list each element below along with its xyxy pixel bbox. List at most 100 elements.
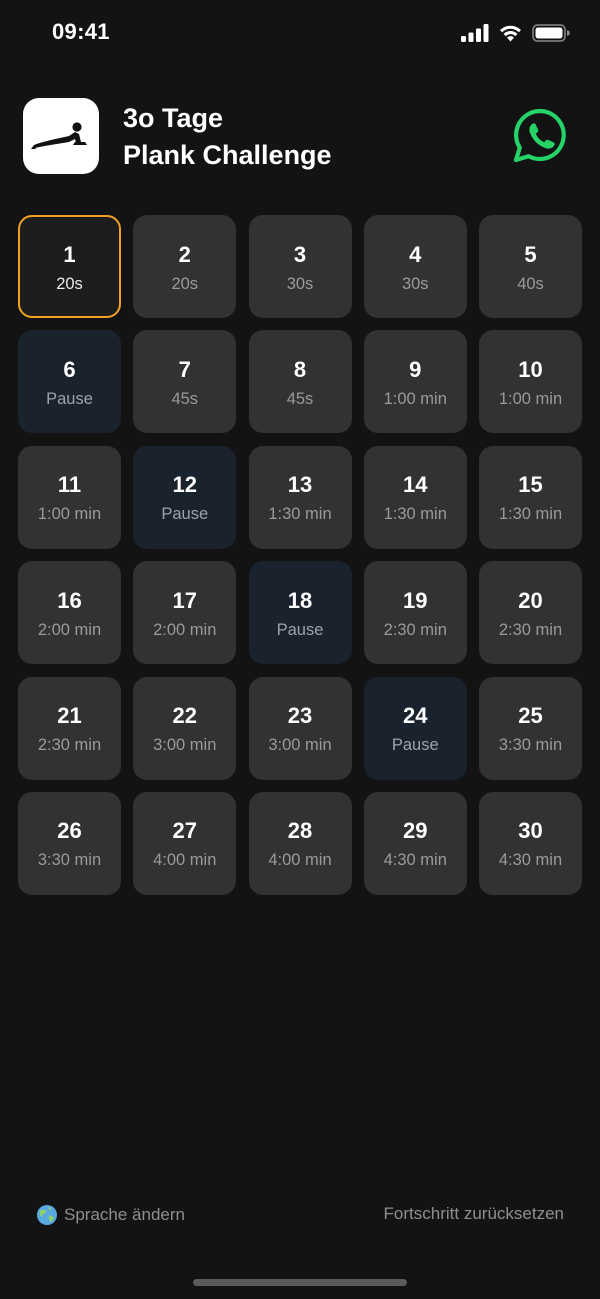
day-duration: Pause: [391, 736, 439, 755]
day-number: 19: [403, 587, 428, 613]
plank-icon: [23, 98, 99, 174]
day-number: 18: [287, 587, 313, 613]
day-tile-25[interactable]: 25 3:30 min: [479, 676, 582, 780]
day-duration: 2:00 min: [37, 620, 102, 639]
day-grid: 1 20s 2 20s 3 30s 4 30s 5 40s 6 Pause 7 45s 8 45s 9 1:00 …: [18, 215, 582, 895]
change-language-button[interactable]: Sprache ändern: [36, 1204, 185, 1226]
day-duration: 4:00 min: [153, 851, 217, 870]
day-tile-15[interactable]: 15 1:30 min: [479, 445, 582, 549]
day-duration: 1:00 min: [498, 389, 563, 408]
day-number: 17: [172, 587, 197, 613]
day-number: 16: [57, 587, 82, 613]
day-number: 21: [57, 703, 82, 729]
day-tile-29[interactable]: 29 4:30 min: [363, 791, 467, 895]
globe-icon: [37, 1205, 57, 1225]
day-tile-8[interactable]: 8 45s: [248, 330, 352, 434]
day-tile-4[interactable]: 4 30s: [363, 215, 467, 318]
day-tile-28[interactable]: 28 4:00 min: [248, 791, 352, 895]
day-duration: 1:30 min: [268, 505, 332, 524]
day-duration: 3:00 min: [153, 736, 217, 755]
day-tile-27[interactable]: 27 4:00 min: [133, 791, 237, 895]
day-number: 29: [403, 818, 428, 844]
day-duration: 40s: [517, 274, 544, 293]
wifi-icon: [500, 25, 521, 42]
day-number: 10: [518, 356, 543, 382]
day-number: 8: [293, 356, 307, 382]
day-number: 27: [172, 818, 197, 844]
day-number: 13: [287, 472, 313, 498]
day-tile-13[interactable]: 13 1:30 min: [248, 445, 352, 549]
day-number: 14: [403, 472, 428, 498]
day-duration: Pause: [46, 389, 93, 408]
day-number: 20: [518, 587, 543, 613]
day-duration: 4:30 min: [498, 851, 563, 870]
day-tile-1[interactable]: 1 20s: [18, 215, 121, 318]
day-duration: 20s: [171, 274, 199, 293]
day-number: 11: [57, 472, 82, 498]
day-tile-24[interactable]: 24 Pause: [363, 676, 467, 780]
day-tile-23[interactable]: 23 3:00 min: [248, 676, 352, 780]
day-duration: 3:30 min: [498, 736, 563, 755]
page-title: 3o Tage Plank Challenge: [123, 100, 332, 174]
day-duration: 3:30 min: [37, 851, 102, 870]
day-tile-7[interactable]: 7 45s: [133, 330, 237, 434]
day-duration: 1:00 min: [383, 389, 447, 408]
day-tile-14[interactable]: 14 1:30 min: [363, 445, 467, 549]
day-duration: 4:00 min: [268, 851, 332, 870]
day-duration: 1:00 min: [37, 505, 102, 524]
day-tile-26[interactable]: 26 3:30 min: [18, 791, 121, 895]
day-tile-30[interactable]: 30 4:30 min: [479, 791, 582, 895]
day-number: 23: [287, 703, 313, 729]
day-number: 1: [63, 241, 76, 267]
day-tile-2[interactable]: 2 20s: [133, 215, 237, 318]
day-number: 12: [172, 472, 197, 498]
day-duration: 2:30 min: [383, 620, 447, 639]
day-number: 6: [63, 356, 76, 382]
day-tile-16[interactable]: 16 2:00 min: [18, 561, 121, 665]
day-duration: 2:30 min: [37, 736, 102, 755]
day-duration: 45s: [171, 389, 199, 408]
day-duration: 30s: [401, 274, 429, 293]
title-line-1: 3o Tage: [123, 103, 224, 133]
whatsapp-share-button[interactable]: [511, 107, 569, 165]
day-number: 9: [409, 356, 422, 382]
day-tile-11[interactable]: 11 1:00 min: [18, 445, 121, 549]
day-tile-10[interactable]: 10 1:00 min: [479, 330, 582, 434]
reset-progress-button[interactable]: Fortschritt zurücksetzen: [384, 1204, 564, 1224]
day-duration: 30s: [286, 274, 314, 293]
day-duration: 1:30 min: [498, 505, 563, 524]
cellular-signal-icon: [461, 24, 489, 42]
day-number: 25: [518, 703, 543, 729]
day-tile-19[interactable]: 19 2:30 min: [363, 561, 467, 665]
day-number: 4: [409, 241, 422, 267]
day-duration: Pause: [276, 620, 324, 639]
day-number: 22: [172, 703, 197, 729]
day-tile-21[interactable]: 21 2:30 min: [18, 676, 121, 780]
day-tile-20[interactable]: 20 2:30 min: [479, 561, 582, 665]
day-tile-12[interactable]: 12 Pause: [133, 445, 237, 549]
status-time: 09:41: [52, 19, 110, 44]
day-duration: 1:30 min: [383, 505, 447, 524]
day-tile-18[interactable]: 18 Pause: [248, 561, 352, 665]
day-tile-6[interactable]: 6 Pause: [18, 330, 121, 434]
day-duration: 2:00 min: [153, 620, 217, 639]
day-number: 5: [524, 241, 537, 267]
day-number: 26: [57, 818, 82, 844]
home-indicator[interactable]: [193, 1279, 407, 1286]
day-number: 15: [518, 472, 543, 498]
day-number: 2: [178, 241, 191, 267]
day-number: 30: [518, 818, 543, 844]
day-number: 3: [293, 241, 307, 267]
day-number: 28: [287, 818, 313, 844]
status-icons: [461, 22, 570, 44]
day-duration: Pause: [161, 505, 209, 524]
day-duration: 45s: [286, 389, 314, 408]
header: 3o Tage Plank Challenge: [0, 98, 600, 176]
day-tile-17[interactable]: 17 2:00 min: [133, 561, 237, 665]
day-tile-3[interactable]: 3 30s: [248, 215, 352, 318]
title-line-2: Plank Challenge: [123, 140, 332, 170]
day-tile-5[interactable]: 5 40s: [479, 215, 582, 318]
day-tile-22[interactable]: 22 3:00 min: [133, 676, 237, 780]
day-number: 24: [403, 703, 428, 729]
day-tile-9[interactable]: 9 1:00 min: [363, 330, 467, 434]
